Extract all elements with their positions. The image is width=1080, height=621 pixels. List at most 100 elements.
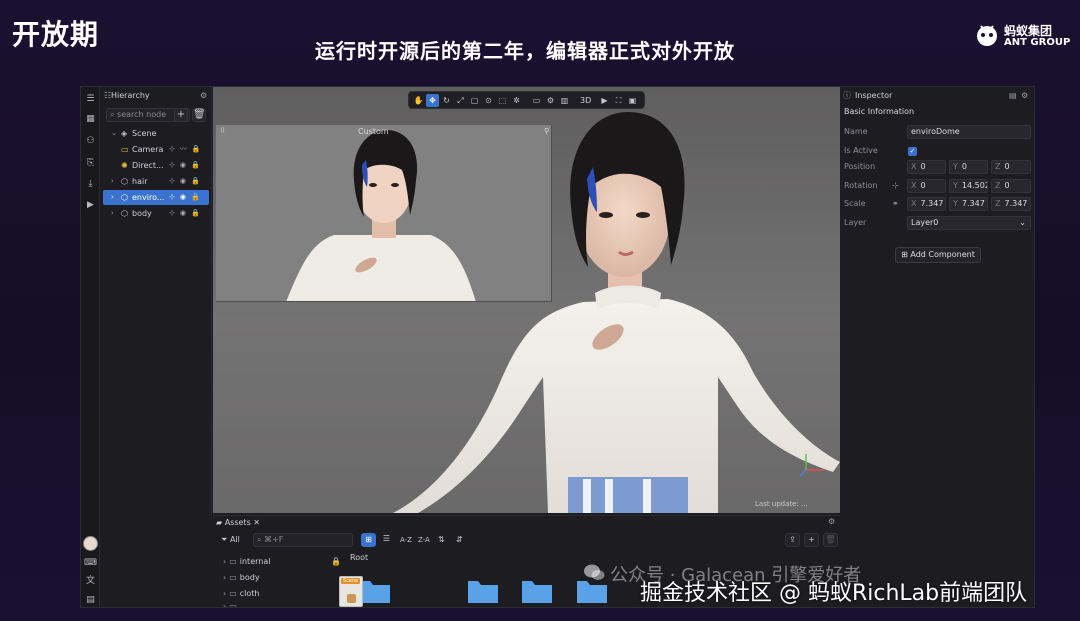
cube-icon: ⬡ (121, 209, 128, 218)
tree-node-light[interactable]: ✺ Direct... ⊹◉🔒 (103, 158, 209, 173)
local-space-icon[interactable]: ⬚ (496, 94, 509, 107)
folder-tile-icon[interactable] (467, 577, 499, 603)
tree-node-envirodome[interactable]: › ⬡ enviro... ⊹◉🔒 (103, 190, 209, 205)
axis-gizmo-icon[interactable] (798, 448, 838, 478)
asset-folder-body[interactable]: › ▭ body (223, 572, 260, 584)
assets-tab[interactable]: ▰ Assets ✕ (216, 517, 260, 529)
delete-asset-button[interactable]: 🗑 (823, 533, 838, 547)
gizmo-icon[interactable]: ✲ (510, 94, 523, 107)
target-icon[interactable]: ⊹ (892, 181, 899, 190)
play-icon[interactable]: ▶ (598, 94, 611, 107)
name-label: Name (844, 127, 868, 136)
scene-icon: ◈ (121, 129, 128, 138)
node-actions[interactable]: ⊹◉🔒 (169, 174, 205, 189)
inspector-settings-icon[interactable]: ⚙ (1021, 91, 1028, 100)
play-icon[interactable]: ▶ (84, 199, 97, 212)
tree-node-body[interactable]: › ⬡ body ⊹◉🔒 (103, 206, 209, 221)
ant-logo-icon (977, 25, 997, 46)
scale-tool-icon[interactable]: ⤢ (454, 94, 467, 107)
filter-all[interactable]: ⏷ All (221, 533, 240, 547)
hierarchy-settings-icon[interactable]: ⚙ (200, 91, 207, 100)
plus-icon: ⊞ (901, 250, 911, 259)
move-tool-icon[interactable]: ✥ (426, 94, 439, 107)
add-node-button[interactable]: + (174, 108, 188, 122)
sort-az-button[interactable]: A-Z (400, 533, 412, 547)
drag-handle-icon[interactable]: ⠿ (220, 127, 225, 135)
asset-folder-more[interactable]: › ▭... (223, 601, 247, 607)
scale-y-field[interactable]: Y 7.347 (949, 197, 988, 211)
chevron-right-icon[interactable]: › (111, 174, 114, 189)
rotation-z-field[interactable]: Z0 (991, 179, 1031, 193)
search-icon: ⌕ (257, 535, 265, 544)
grid-icon[interactable]: ▦ (84, 113, 97, 126)
assets-settings-icon[interactable]: ⚙ (828, 517, 835, 526)
rotation-x-field[interactable]: X0 (907, 179, 946, 193)
sort-za-button[interactable]: Z-A (418, 533, 430, 547)
rect-tool-icon[interactable]: ▢ (468, 94, 481, 107)
fullscreen-icon[interactable]: ⛶ (612, 94, 625, 107)
inspector-menu-icon[interactable]: ▤ (1009, 91, 1017, 100)
download-icon[interactable]: ⤓ (84, 178, 97, 191)
node-actions[interactable]: ⊹◉🔒 (169, 206, 205, 221)
chevron-down-icon: ⌄ (1019, 218, 1026, 227)
scale-x-field[interactable]: X 7.347 (907, 197, 946, 211)
folder-icon: ▰ (216, 518, 225, 527)
rotate-tool-icon[interactable]: ↻ (440, 94, 453, 107)
pip-character-render (286, 130, 476, 301)
sort-up-icon[interactable]: ⇅ (438, 533, 445, 547)
keyboard-icon[interactable]: ⌨ (84, 557, 97, 570)
upload-button[interactable]: ⇪ (785, 533, 800, 547)
grid-view-button[interactable]: ⊞ (361, 533, 376, 547)
folder-tile-icon[interactable] (359, 577, 391, 603)
avatar[interactable] (83, 536, 98, 551)
is-active-checkbox[interactable]: ✓ (908, 147, 917, 156)
viewport-toolbar: ✋ ✥ ↻ ⤢ ▢ ⊙ ⬚ ✲ ▭ ⚙ ▥ 3D ▶ ⛶ ▣ (408, 91, 645, 109)
delete-node-button[interactable]: 🗑 (192, 108, 206, 122)
pin-icon[interactable]: ⚲ (544, 127, 549, 135)
node-actions[interactable]: ⊹◉🔒 (169, 158, 205, 173)
add-component-button[interactable]: ⊞ Add Component (895, 247, 981, 263)
pivot-icon[interactable]: ⊙ (482, 94, 495, 107)
share-icon[interactable]: ⎘ (84, 157, 97, 170)
rotation-y-field[interactable]: Y 14.502 (949, 179, 988, 193)
doc-icon[interactable]: ▤ (84, 594, 97, 607)
layer-select[interactable]: Layer0 ⌄ (907, 216, 1031, 230)
scale-z-field[interactable]: Z 7.347 (991, 197, 1031, 211)
settings-icon[interactable]: ⚙ (544, 94, 557, 107)
user-add-icon[interactable]: ⚇ (84, 135, 97, 148)
scene-viewport[interactable]: ⠿ Custom ⚲ ✋ ✥ ↻ ⤢ ▢ ⊙ ⬚ ✲ ▭ ⚙ ▥ 3D ▶ ⛶ … (213, 87, 840, 513)
add-asset-button[interactable]: + (804, 533, 819, 547)
editor-window: ☰ ▦ ⚇ ⎘ ⤓ ▶ ⌨ 文 ▤ ☷ Hierarchy ⚙ ⌕ search… (80, 86, 1035, 608)
video-camera-icon[interactable]: ▭ (530, 94, 543, 107)
link-icon[interactable]: ⚭ (892, 199, 899, 208)
translate-icon[interactable]: 文 (84, 575, 97, 588)
assets-search-input[interactable]: ⌕ ⌘+F (253, 533, 353, 547)
list-view-button[interactable]: ☰ (379, 533, 394, 547)
mode-3d-toggle[interactable]: 3D (580, 94, 591, 107)
position-z-field[interactable]: Z0 (991, 160, 1031, 174)
node-actions[interactable]: ⊹〰🔒 (169, 142, 206, 157)
chevron-right-icon[interactable]: › (111, 190, 114, 205)
close-icon[interactable]: ✕ (251, 518, 260, 527)
name-field[interactable]: enviroDome (907, 125, 1031, 139)
hand-tool-icon[interactable]: ✋ (412, 94, 425, 107)
tree-node-scene[interactable]: ⌄ ◈ Scene (103, 126, 209, 141)
sort-down-icon[interactable]: ⇵ (456, 533, 463, 547)
tree-node-camera[interactable]: ▭ Camera ⊹〰🔒 (103, 142, 209, 157)
asset-folder-cloth[interactable]: › ▭ cloth (223, 588, 260, 600)
tree-node-hair[interactable]: › ⬡ hair ⊹◉🔒 (103, 174, 209, 189)
image-icon[interactable]: ▣ (626, 94, 639, 107)
chevron-right-icon[interactable]: › (111, 206, 114, 221)
position-x-field[interactable]: X0 (907, 160, 946, 174)
node-actions[interactable]: ⊹◉🔒 (169, 190, 205, 205)
menu-icon[interactable]: ☰ (84, 93, 97, 106)
asset-folder-internal[interactable]: › ▭ internal 🔒 (223, 556, 341, 568)
folder-tile-icon[interactable] (521, 577, 553, 603)
inspector-panel: ⓘ Inspector ▤ ⚙ Basic Information Name e… (841, 87, 1034, 607)
position-y-field[interactable]: Y0 (949, 160, 988, 174)
chevron-down-icon[interactable]: ⌄ (111, 126, 117, 141)
tree-node-label: Camera (132, 145, 164, 154)
scene-asset-tile[interactable]: Scene (339, 576, 363, 607)
stats-icon[interactable]: ▥ (558, 94, 571, 107)
custom-camera-preview[interactable]: ⠿ Custom ⚲ (216, 125, 552, 302)
